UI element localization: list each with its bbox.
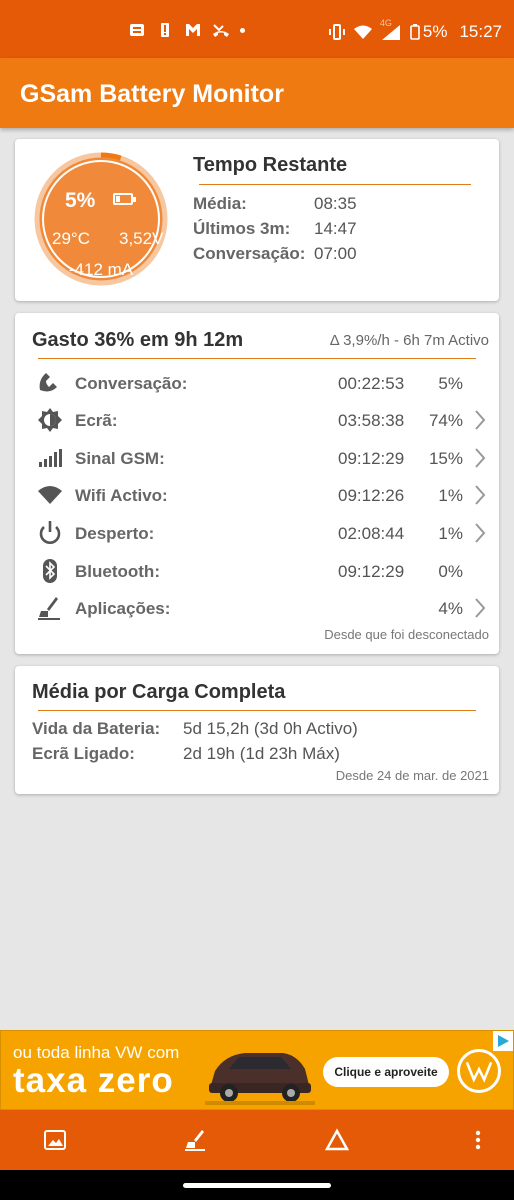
usage-percent: 1%: [438, 524, 463, 543]
status-bar: 4G 5% 15:27: [0, 0, 514, 58]
gauge-temperature: 29°C: [52, 229, 90, 248]
usage-percent: 74%: [428, 411, 463, 430]
usage-row-gsm[interactable]: Sinal GSM: 09:12:29 15%: [15, 443, 499, 473]
usage-percent: 4%: [438, 599, 463, 618]
gauge-voltage: 3,52V: [119, 229, 164, 248]
system-icons: 4G 5% 15:27: [328, 18, 502, 42]
full-charge-value: 5d 15,2h (3d 0h Activo): [183, 719, 358, 738]
remaining-value: 14:47: [314, 219, 357, 238]
usage-time: 09:12:26: [338, 486, 405, 505]
dot-icon: [240, 27, 245, 33]
phone-icon: [39, 373, 57, 392]
full-charge-title: Média por Carga Completa: [32, 681, 286, 703]
wifi-icon: [38, 486, 62, 504]
chevron-right-icon[interactable]: [473, 522, 487, 544]
battery-status-icon: [410, 24, 420, 40]
car-image: [205, 1053, 315, 1105]
usage-name: Aplicações:: [75, 599, 171, 618]
chevron-right-icon[interactable]: [473, 597, 487, 619]
system-nav-bar: [0, 1170, 514, 1200]
full-charge-value: 2d 19h (1d 23h Máx): [183, 744, 340, 763]
divider: [38, 358, 476, 359]
full-charge-footer: Desde 24 de mar. de 2021: [335, 768, 489, 783]
usage-row-call: Conversação: 00:22:53 5%: [15, 368, 499, 398]
chevron-right-icon[interactable]: [473, 409, 487, 431]
remaining-label: Média:: [193, 194, 247, 213]
usage-title: Gasto 36% em 9h 12m: [32, 329, 244, 351]
full-charge-label: Ecrã Ligado:: [32, 744, 135, 763]
chevron-right-icon[interactable]: [473, 484, 487, 506]
usage-card: Gasto 36% em 9h 12m Δ 3,9%/h - 6h 7m Act…: [15, 313, 499, 654]
full-charge-card: Média por Carga Completa Vida da Bateria…: [15, 666, 499, 794]
usage-name: Sinal GSM:: [75, 449, 165, 468]
vw-logo-icon: [457, 1049, 501, 1093]
more-vert-icon[interactable]: [466, 1128, 490, 1152]
power-icon: [39, 521, 61, 544]
alert-icon: [161, 23, 169, 37]
broom-icon[interactable]: [184, 1128, 208, 1152]
image-icon[interactable]: [43, 1128, 67, 1152]
app-bar: GSam Battery Monitor: [0, 58, 514, 128]
battery-status: 5%: [410, 22, 448, 42]
remaining-value: 08:35: [314, 194, 357, 213]
usage-percent: 1%: [438, 486, 463, 505]
remaining-label: Últimos 3m:: [193, 219, 291, 238]
usage-rate: Δ 3,9%/h - 6h 7m Activo: [329, 332, 489, 349]
battery-icon: [113, 193, 136, 205]
usage-row-awake[interactable]: Desperto: 02:08:44 1%: [15, 518, 499, 548]
notification-icons: [128, 22, 245, 38]
vibrate-icon: [328, 24, 345, 40]
signal-icon: [39, 449, 62, 467]
adchoices-icon[interactable]: [493, 1031, 513, 1051]
cell-signal-icon: 4G: [380, 18, 402, 40]
brightness-icon: [38, 408, 62, 432]
usage-row-screen[interactable]: Ecrã: 03:58:38 74%: [15, 405, 499, 435]
battery-percent: 5%: [422, 22, 448, 41]
usage-name: Bluetooth:: [75, 562, 160, 581]
gauge-current: -412 mA: [68, 260, 134, 279]
usage-time: 09:12:29: [338, 562, 405, 581]
wifi-status-icon: [353, 25, 372, 39]
usage-row-bluetooth: Bluetooth: 09:12:29 0%: [15, 556, 499, 586]
usage-time: 00:22:53: [338, 374, 405, 393]
ad-line2: taxa zero: [13, 1061, 174, 1100]
usage-name: Desperto:: [75, 524, 155, 543]
remaining-label: Conversação:: [193, 244, 306, 263]
divider: [38, 710, 476, 711]
usage-name: Conversação:: [75, 374, 188, 393]
ad-banner[interactable]: ou toda linha VW com taxa zero Clique e …: [0, 1030, 514, 1110]
remaining-value: 07:00: [314, 244, 357, 263]
broom-icon: [38, 597, 60, 620]
usage-footer: Desde que foi desconectado: [324, 627, 489, 642]
usage-row-wifi[interactable]: Wifi Activo: 09:12:26 1%: [15, 480, 499, 510]
ad-cta-button[interactable]: Clique e aproveite: [323, 1057, 449, 1087]
battery-gauge: 5% 29°C 3,52V -412 mA: [33, 151, 169, 287]
news-icon: [130, 24, 144, 36]
usage-name: Wifi Activo:: [75, 486, 168, 505]
delta-icon[interactable]: [325, 1128, 349, 1152]
usage-time: 03:58:38: [338, 411, 405, 430]
clock: 15:27: [459, 22, 502, 41]
chevron-right-icon[interactable]: [473, 447, 487, 469]
divider: [199, 184, 471, 185]
usage-percent: 5%: [438, 374, 463, 393]
remaining-title: Tempo Restante: [193, 154, 348, 176]
usage-percent: 0%: [438, 562, 463, 581]
bluetooth-icon: [43, 559, 57, 583]
full-charge-label: Vida da Bateria:: [32, 719, 161, 738]
gmail-icon: [186, 24, 200, 36]
usage-time: 09:12:29: [338, 449, 405, 468]
gauge-percent: 5%: [65, 189, 96, 212]
remaining-time-card[interactable]: 5% 29°C 3,52V -412 mA Tempo Restante Méd…: [15, 139, 499, 301]
ad-line1: ou toda linha VW com: [13, 1043, 180, 1062]
home-gesture-handle[interactable]: [183, 1183, 331, 1188]
usage-name: Ecrã:: [75, 411, 118, 430]
usage-time: 02:08:44: [338, 524, 405, 543]
missed-call-icon: [213, 24, 229, 37]
usage-percent: 15%: [428, 449, 463, 468]
usage-row-apps[interactable]: Aplicações: 4%: [15, 593, 499, 623]
app-title: GSam Battery Monitor: [20, 80, 284, 108]
bottom-toolbar: [0, 1110, 514, 1170]
